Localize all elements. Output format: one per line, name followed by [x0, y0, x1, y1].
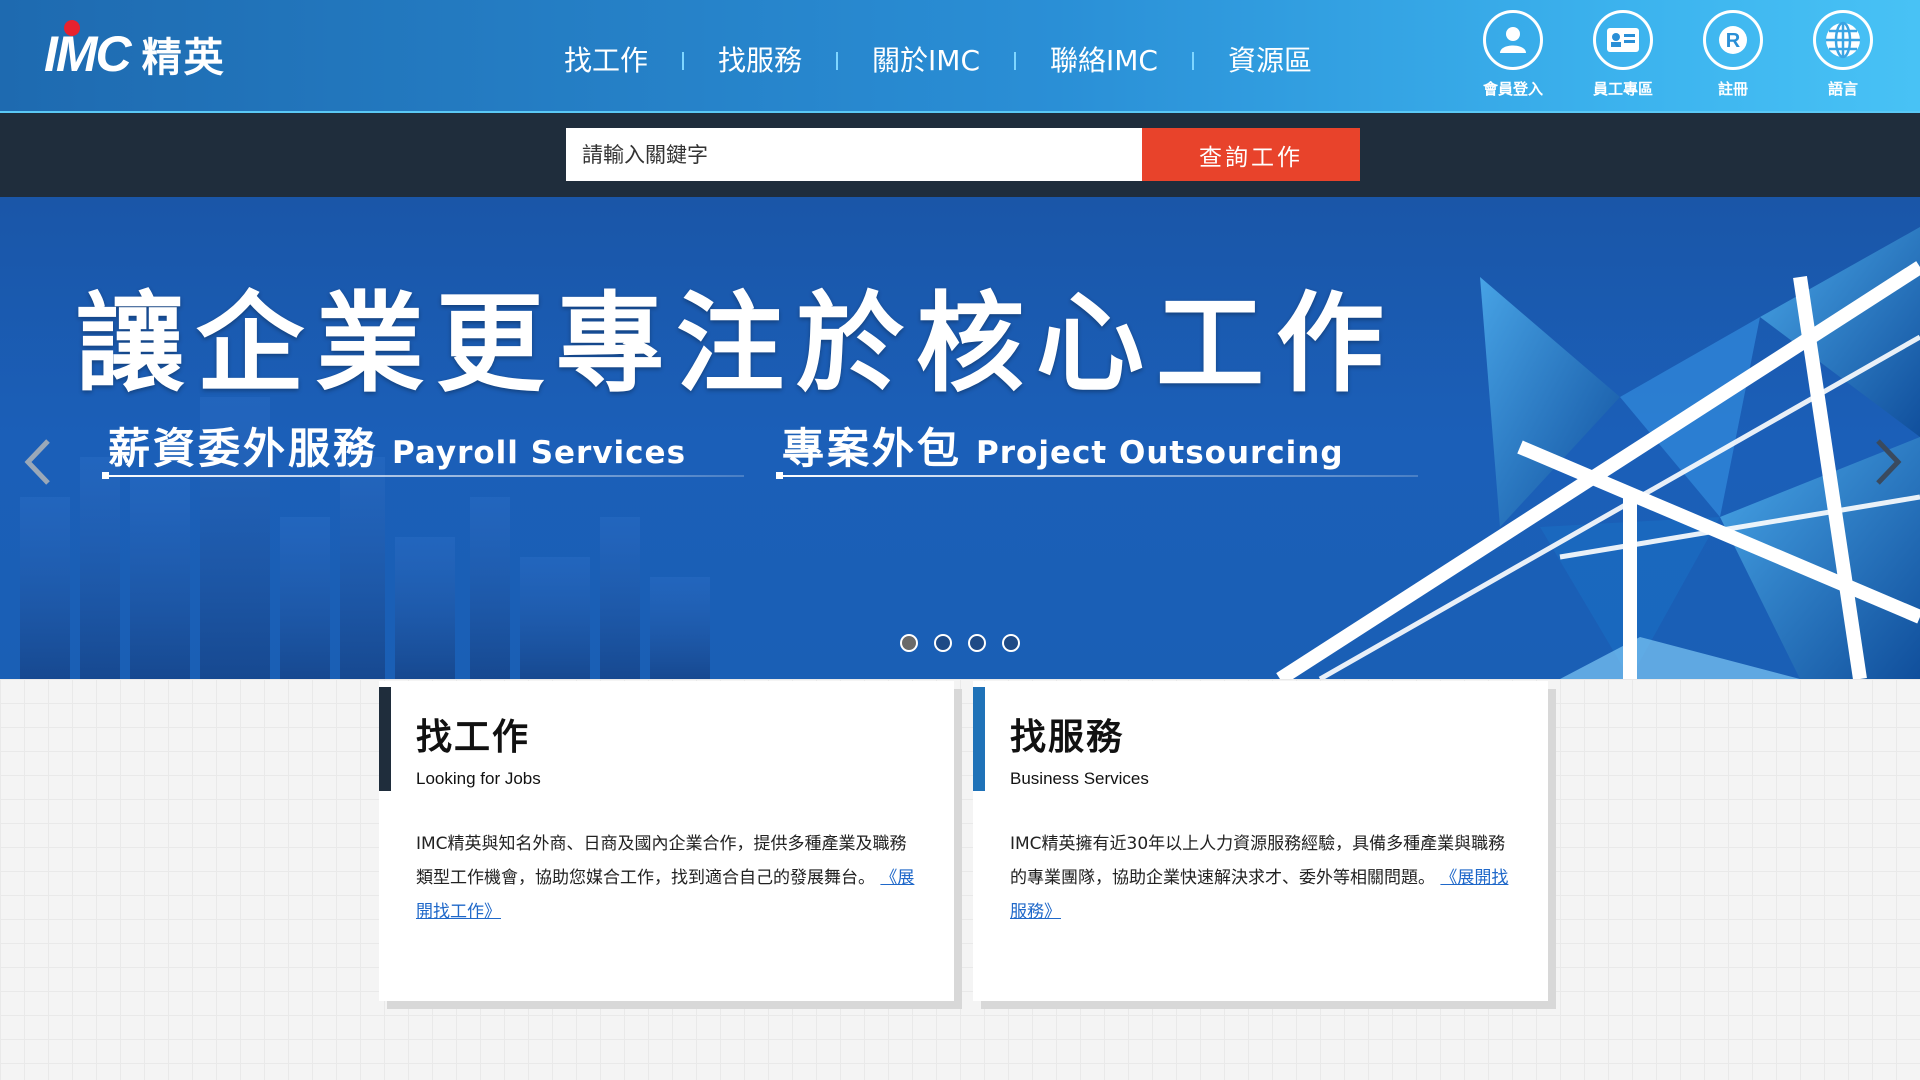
keyword-search-input[interactable] [566, 128, 1142, 181]
payroll-zh: 薪資委外服務 [108, 424, 379, 473]
header-icon-links: 會員登入 員工專區 R 註冊 語言 [1458, 10, 1898, 99]
svg-text:R: R [1726, 30, 1741, 52]
nav-resources[interactable]: 資源區 [1194, 36, 1346, 86]
slide-dot-3[interactable] [968, 634, 986, 652]
employee-zone-label: 員工專區 [1592, 80, 1653, 98]
find-jobs-card: 找工作 Looking for Jobs IMC精英與知名外商、日商及國內企業合… [379, 681, 954, 1001]
outsourcing-en: Project Outsourcing [976, 435, 1344, 471]
globe-icon [1813, 10, 1873, 70]
nav-contact[interactable]: 聯絡IMC [1016, 36, 1192, 86]
logo-text: 精英 [141, 35, 226, 81]
banner-title: 讓企業更專注於核心工作 [76, 281, 1397, 407]
nav-about[interactable]: 關於IMC [838, 36, 1014, 86]
main-nav: 找工作 找服務 關於IMC 聯絡IMC 資源區 [530, 36, 1346, 86]
user-icon [1483, 10, 1543, 70]
banner-outsourcing-caption: 專案外包 Project Outsourcing [782, 415, 1344, 476]
card-title: 找服務 [1010, 717, 1125, 758]
payroll-en: Payroll Services [392, 435, 687, 471]
card-description: IMC精英擁有近30年以上人力資源服務經驗，具備多種產業與職務的專業團隊，協助企… [1010, 827, 1510, 929]
outsourcing-underline [778, 475, 1418, 477]
banner-payroll-caption: 薪資委外服務 Payroll Services [108, 415, 686, 476]
card-accent-bar [379, 687, 391, 791]
registered-icon: R [1703, 10, 1763, 70]
prev-slide-arrow-icon[interactable] [22, 437, 52, 487]
slide-dot-2[interactable] [934, 634, 952, 652]
card-subtitle: Business Services [1010, 769, 1149, 788]
card-description: IMC精英與知名外商、日商及國內企業合作，提供多種產業及職務類型工作機會，協助您… [416, 827, 916, 929]
hero-banner: 讓企業更專注於核心工作 薪資委外服務 Payroll Services 專案外包 P… [0, 197, 1920, 679]
next-slide-arrow-icon[interactable] [1874, 437, 1904, 487]
site-logo[interactable]: IMC 精英 [44, 20, 226, 86]
logo-mark: IMC [44, 26, 132, 82]
register-label: 註冊 [1717, 80, 1748, 98]
language-link[interactable]: 語言 [1788, 10, 1898, 99]
logo-dot [64, 20, 80, 36]
outsourcing-underline-dot [776, 472, 783, 479]
site-header: IMC 精英 找工作 找服務 關於IMC 聯絡IMC 資源區 會員登入 員工專區 [0, 0, 1920, 113]
payroll-underline [104, 475, 744, 477]
slide-dot-1[interactable] [900, 634, 918, 652]
register-link[interactable]: R 註冊 [1678, 10, 1788, 99]
card-description-text: IMC精英擁有近30年以上人力資源服務經驗，具備多種產業與職務的專業團隊，協助企… [1010, 834, 1506, 888]
nav-find-services[interactable]: 找服務 [684, 36, 836, 86]
payroll-underline-dot [102, 472, 109, 479]
nav-find-jobs[interactable]: 找工作 [530, 36, 682, 86]
card-description-text: IMC精英與知名外商、日商及國內企業合作，提供多種產業及職務類型工作機會，協助您… [416, 834, 907, 888]
search-bar: 查詢工作 [0, 113, 1920, 197]
find-services-card: 找服務 Business Services IMC精英擁有近30年以上人力資源服… [973, 681, 1548, 1001]
employee-zone-link[interactable]: 員工專區 [1568, 10, 1678, 99]
id-card-icon [1593, 10, 1653, 70]
slide-dot-4[interactable] [1002, 634, 1020, 652]
content-section: 找工作 Looking for Jobs IMC精英與知名外商、日商及國內企業合… [0, 679, 1920, 1080]
slide-indicators [900, 634, 1036, 652]
outsourcing-zh: 專案外包 [782, 424, 963, 473]
language-label: 語言 [1827, 80, 1858, 98]
card-accent-bar [973, 687, 985, 791]
search-jobs-button[interactable]: 查詢工作 [1142, 128, 1360, 181]
member-login-link[interactable]: 會員登入 [1458, 10, 1568, 99]
card-subtitle: Looking for Jobs [416, 769, 541, 788]
member-login-label: 會員登入 [1482, 80, 1543, 98]
card-title: 找工作 [416, 717, 531, 758]
